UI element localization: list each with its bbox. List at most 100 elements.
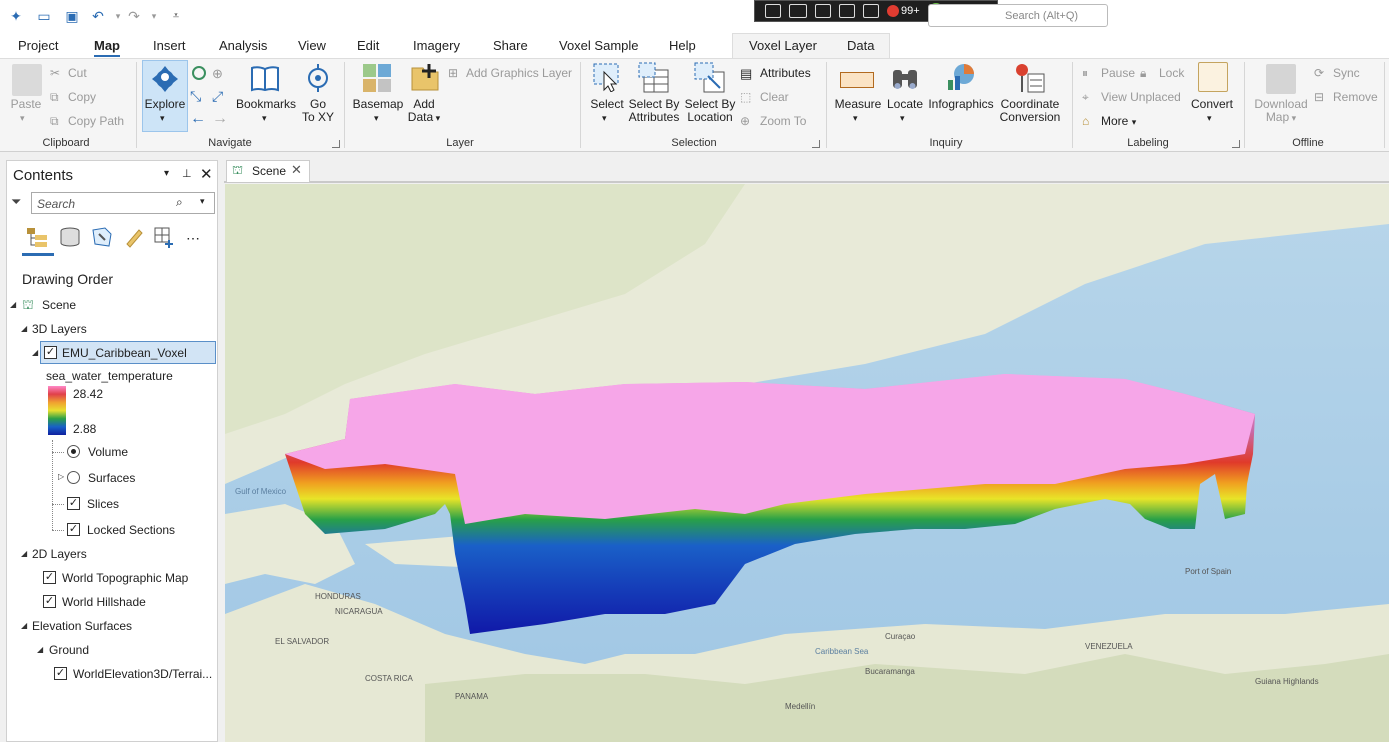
- go-to-xy-button[interactable]: Go To XY: [300, 98, 336, 124]
- tab-edit[interactable]: Edit: [357, 38, 379, 53]
- copy-button[interactable]: Copy: [68, 90, 96, 104]
- tab-help[interactable]: Help: [669, 38, 696, 53]
- pause-button[interactable]: Pause: [1101, 66, 1135, 80]
- tab-analysis[interactable]: Analysis: [219, 38, 267, 53]
- tab-map[interactable]: Map: [94, 38, 120, 57]
- select-by-attributes-button[interactable]: Select By Attributes: [626, 98, 682, 124]
- tree-item-ground[interactable]: Ground: [49, 643, 89, 657]
- view-unplaced-button[interactable]: View Unplaced: [1101, 90, 1181, 104]
- scene-view[interactable]: Gulf of Mexico Caribbean Sea NICARAGUA H…: [225, 184, 1389, 742]
- redo-dropdown-icon[interactable]: ▾: [146, 8, 162, 24]
- selection-launcher-icon[interactable]: [812, 140, 820, 148]
- search-icon[interactable]: ⌕: [176, 195, 183, 210]
- scene-canvas[interactable]: Gulf of Mexico Caribbean Sea NICARAGUA H…: [225, 184, 1389, 742]
- locked-sections-checkbox[interactable]: ✓: [67, 523, 80, 536]
- terrain-checkbox[interactable]: ✓: [54, 667, 67, 680]
- new-project-icon[interactable]: ✦: [8, 8, 24, 24]
- tab-imagery[interactable]: Imagery: [413, 38, 460, 53]
- save-icon[interactable]: ▣: [64, 8, 80, 24]
- video-icon[interactable]: [789, 4, 807, 18]
- bookmarks-button[interactable]: Bookmarks: [236, 98, 296, 111]
- tab-voxel-sample[interactable]: Voxel Sample: [559, 38, 639, 53]
- hillshade-checkbox[interactable]: ✓: [43, 595, 56, 608]
- tree-item-locked-sections[interactable]: Locked Sections: [87, 523, 175, 537]
- attributes-button[interactable]: Attributes: [760, 66, 811, 80]
- basemap-dropdown-icon[interactable]: ▾: [374, 112, 379, 125]
- lock-button[interactable]: Lock: [1159, 66, 1184, 80]
- paste-dropdown-icon[interactable]: ▾: [20, 112, 25, 125]
- close-tab-icon[interactable]: ✕: [291, 162, 302, 178]
- list-by-editing-icon[interactable]: [123, 226, 145, 248]
- cut-button[interactable]: Cut: [68, 66, 87, 80]
- voxel-expand-icon[interactable]: ◢: [32, 348, 38, 357]
- tab-share[interactable]: Share: [493, 38, 528, 53]
- redo-icon[interactable]: ↷: [126, 8, 142, 24]
- open-icon[interactable]: ▭: [36, 8, 52, 24]
- remove-button[interactable]: Remove: [1333, 90, 1378, 104]
- search-dropdown-icon[interactable]: ▾: [200, 196, 205, 207]
- measure-dropdown-icon[interactable]: ▾: [853, 112, 858, 125]
- select-dropdown-icon[interactable]: ▾: [602, 112, 607, 125]
- window-icon[interactable]: [863, 4, 879, 18]
- notifications-badge[interactable]: 99+: [887, 5, 920, 17]
- customize-toolbar-icon[interactable]: ⩡: [168, 8, 184, 24]
- command-search-input[interactable]: Search (Alt+Q): [928, 4, 1108, 27]
- pane-menu-icon[interactable]: ▾: [164, 168, 169, 179]
- more-views-icon[interactable]: ⋯: [186, 230, 201, 247]
- surfaces-expand-icon[interactable]: ▷: [58, 472, 64, 481]
- 3d-layers-expand-icon[interactable]: ◢: [21, 324, 27, 333]
- bookmarks-dropdown-icon[interactable]: ▾: [262, 112, 267, 125]
- paste-button[interactable]: Paste: [8, 98, 44, 111]
- tree-item-2d-layers[interactable]: 2D Layers: [32, 547, 87, 561]
- tree-item-world-hillshade[interactable]: World Hillshade: [62, 595, 146, 609]
- topo-checkbox[interactable]: ✓: [43, 571, 56, 584]
- undo-dropdown-icon[interactable]: ▾: [110, 8, 126, 24]
- tree-item-world-elevation[interactable]: WorldElevation3D/Terrai...: [73, 667, 212, 681]
- zoom-out-icon[interactable]: ⤢: [212, 88, 223, 105]
- navigate-launcher-icon[interactable]: [332, 140, 340, 148]
- close-pane-icon[interactable]: ✕: [200, 165, 213, 183]
- filter-icon[interactable]: ⏷: [11, 194, 21, 210]
- more-button[interactable]: More ▾: [1101, 114, 1136, 128]
- select-by-location-button[interactable]: Select By Location: [682, 98, 738, 124]
- locate-dropdown-icon[interactable]: ▾: [900, 112, 905, 125]
- locate-button[interactable]: Locate: [884, 98, 926, 111]
- tab-project[interactable]: Project: [18, 38, 58, 53]
- pin-icon[interactable]: ⊥: [182, 167, 192, 180]
- measure-button[interactable]: Measure: [832, 98, 884, 111]
- tree-item-3d-layers[interactable]: 3D Layers: [32, 322, 87, 336]
- list-by-snapping-icon[interactable]: [153, 226, 175, 248]
- list-by-drawing-order-icon[interactable]: [25, 226, 49, 248]
- tree-item-elevation-surfaces[interactable]: Elevation Surfaces: [32, 619, 132, 633]
- scene-expand-icon[interactable]: ◢: [10, 300, 16, 309]
- volume-radio[interactable]: [67, 445, 80, 458]
- copy-path-button[interactable]: Copy Path: [68, 114, 124, 128]
- labeling-launcher-icon[interactable]: [1232, 140, 1240, 148]
- explore-dropdown-icon[interactable]: ▾: [160, 112, 165, 125]
- pointer-icon[interactable]: [815, 4, 831, 18]
- zoom-in-icon[interactable]: ⤡: [190, 88, 201, 105]
- next-extent-icon[interactable]: →: [212, 110, 228, 128]
- tab-insert[interactable]: Insert: [153, 38, 186, 53]
- convert-button[interactable]: Convert: [1188, 98, 1236, 111]
- fixed-zoom-icon[interactable]: ⊕: [212, 66, 223, 82]
- download-map-button[interactable]: Download Map ▾: [1250, 98, 1312, 125]
- sync-button[interactable]: Sync: [1333, 66, 1360, 80]
- tab-data[interactable]: Data: [847, 38, 874, 53]
- surfaces-radio[interactable]: [67, 471, 80, 484]
- add-graphics-layer-button[interactable]: Add Graphics Layer: [466, 66, 572, 80]
- coordinate-conversion-button[interactable]: Coordinate Conversion: [996, 98, 1064, 124]
- tree-item-volume[interactable]: Volume: [88, 445, 128, 459]
- add-data-button[interactable]: Add Data ▾: [404, 98, 444, 125]
- zoom-to-button[interactable]: Zoom To: [760, 114, 806, 128]
- list-by-selection-icon[interactable]: [91, 226, 113, 248]
- tree-item-world-topographic[interactable]: World Topographic Map: [62, 571, 188, 585]
- convert-dropdown-icon[interactable]: ▾: [1207, 112, 1212, 125]
- ground-expand-icon[interactable]: ◢: [37, 645, 43, 654]
- previous-extent-icon[interactable]: ←: [190, 110, 206, 128]
- tree-item-slices[interactable]: Slices: [87, 497, 119, 511]
- clear-button[interactable]: Clear: [760, 90, 789, 104]
- basemap-button[interactable]: Basemap: [350, 98, 406, 111]
- slices-checkbox[interactable]: ✓: [67, 497, 80, 510]
- region-icon[interactable]: [839, 4, 855, 18]
